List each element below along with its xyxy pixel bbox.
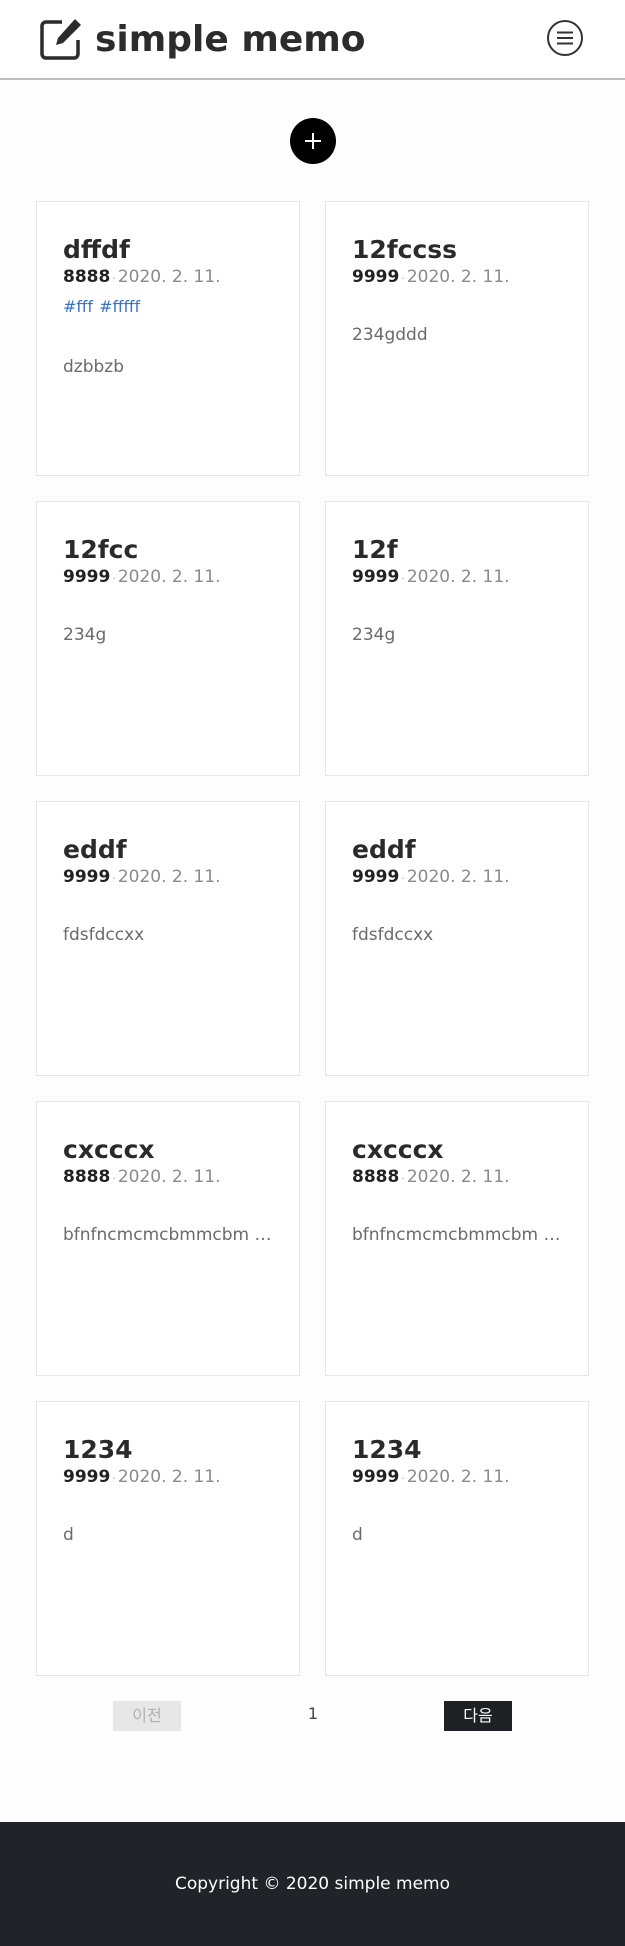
memo-card[interactable]: 1234 9999 · 2020. 2. 11. d (36, 1401, 300, 1676)
memo-title: dffdf (63, 235, 130, 264)
memo-card[interactable]: cxcccx 8888 · 2020. 2. 11. bfnfncmcmcbmmcb… (36, 1101, 300, 1376)
memo-title: eddf (352, 835, 416, 864)
memo-meta: 9999 · 2020. 2. 11. (63, 865, 221, 891)
memo-author: 9999 (63, 867, 111, 887)
memo-card[interactable]: 1234 9999 · 2020. 2. 11. d (325, 1401, 589, 1676)
memo-card[interactable]: 12fcc 9999 · 2020. 2. 11. 234g (36, 501, 300, 776)
memo-date: 2020. 2. 11. (117, 1467, 221, 1487)
memo-date: 2020. 2. 11. (117, 867, 221, 887)
meta-separator: · (401, 272, 405, 285)
memo-meta: 9999 · 2020. 2. 11. (352, 1465, 510, 1491)
plus-icon (305, 133, 321, 149)
memo-author: 9999 (352, 867, 400, 887)
memo-date: 2020. 2. 11. (406, 1167, 510, 1187)
memo-tag[interactable]: #fff (63, 297, 93, 316)
memo-title: 12fcc (63, 535, 139, 564)
memo-date: 2020. 2. 11. (406, 567, 510, 587)
memo-date: 2020. 2. 11. (117, 267, 221, 287)
memo-body: 234g (63, 625, 107, 645)
memo-author: 9999 (63, 1467, 111, 1487)
memo-title: eddf (63, 835, 127, 864)
memo-body: fdsfdccxx (63, 925, 145, 945)
app-title[interactable]: simple memo (95, 18, 366, 62)
menu-icon[interactable] (546, 19, 584, 57)
memo-author: 9999 (352, 567, 400, 587)
memo-title: 1234 (352, 1435, 422, 1464)
memo-card[interactable]: eddf 9999 · 2020. 2. 11. fdsfdccxx (36, 801, 300, 1076)
add-memo-button[interactable] (290, 118, 336, 164)
memo-author: 8888 (352, 1167, 400, 1187)
memo-meta: 9999 · 2020. 2. 11. (352, 865, 510, 891)
memo-date: 2020. 2. 11. (406, 267, 510, 287)
memo-meta: 9999 · 2020. 2. 11. (63, 565, 221, 591)
prev-page-button[interactable]: 이전 (113, 1701, 181, 1731)
memo-meta: 8888 · 2020. 2. 11. (63, 265, 221, 291)
memo-title: 1234 (63, 1435, 133, 1464)
memo-card[interactable]: dffdf 8888 · 2020. 2. 11. #fff #fffff dzbbz… (36, 201, 300, 476)
meta-separator: · (401, 1172, 405, 1185)
meta-separator: · (112, 872, 116, 885)
meta-separator: · (401, 1472, 405, 1485)
memo-date: 2020. 2. 11. (406, 1467, 510, 1487)
memo-meta: 8888 · 2020. 2. 11. (63, 1165, 221, 1191)
meta-separator: · (112, 572, 116, 585)
memo-card[interactable]: 12fccss 9999 · 2020. 2. 11. 234gddd (325, 201, 589, 476)
memo-body: bfnfncmcmcbmmcbm d... (63, 1225, 275, 1245)
memo-author: 9999 (63, 567, 111, 587)
memo-body: 234g (352, 625, 396, 645)
memo-body: 234gddd (352, 325, 428, 345)
edit-icon[interactable] (38, 16, 84, 62)
footer: Copyright © 2020 simple memo (0, 1822, 625, 1946)
memo-meta: 8888 · 2020. 2. 11. (352, 1165, 510, 1191)
memo-meta: 9999 · 2020. 2. 11. (63, 1465, 221, 1491)
memo-body: fdsfdccxx (352, 925, 434, 945)
memo-body: bfnfncmcmcbmmcbm d... (352, 1225, 564, 1245)
memo-date: 2020. 2. 11. (117, 567, 221, 587)
memo-author: 8888 (63, 1167, 111, 1187)
header: simple memo (0, 0, 625, 80)
memo-meta: 9999 · 2020. 2. 11. (352, 565, 510, 591)
memo-title: 12fccss (352, 235, 458, 264)
memo-title: cxcccx (352, 1135, 444, 1164)
memo-date: 2020. 2. 11. (406, 867, 510, 887)
memo-card[interactable]: eddf 9999 · 2020. 2. 11. fdsfdccxx (325, 801, 589, 1076)
meta-separator: · (401, 572, 405, 585)
memo-author: 9999 (352, 267, 400, 287)
memo-title: 12f (352, 535, 398, 564)
copyright-text: Copyright © 2020 simple memo (174, 1874, 451, 1894)
meta-separator: · (401, 872, 405, 885)
memo-author: 8888 (63, 267, 111, 287)
memo-body: d (63, 1525, 74, 1545)
next-page-button[interactable]: 다음 (444, 1701, 512, 1731)
memo-body: d (352, 1525, 363, 1545)
meta-separator: · (112, 1472, 116, 1485)
current-page-number: 1 (307, 1704, 319, 1723)
memo-date: 2020. 2. 11. (117, 1167, 221, 1187)
memo-tags: #fff #fffff (63, 296, 146, 318)
memo-title: cxcccx (63, 1135, 155, 1164)
memo-meta: 9999 · 2020. 2. 11. (352, 265, 510, 291)
meta-separator: · (112, 272, 116, 285)
memo-card[interactable]: cxcccx 8888 · 2020. 2. 11. bfnfncmcmcbmmcb… (325, 1101, 589, 1376)
memo-card[interactable]: 12f 9999 · 2020. 2. 11. 234g (325, 501, 589, 776)
memo-tag[interactable]: #fffff (99, 297, 140, 316)
memo-body: dzbbzb (63, 357, 125, 377)
meta-separator: · (112, 1172, 116, 1185)
memo-author: 9999 (352, 1467, 400, 1487)
